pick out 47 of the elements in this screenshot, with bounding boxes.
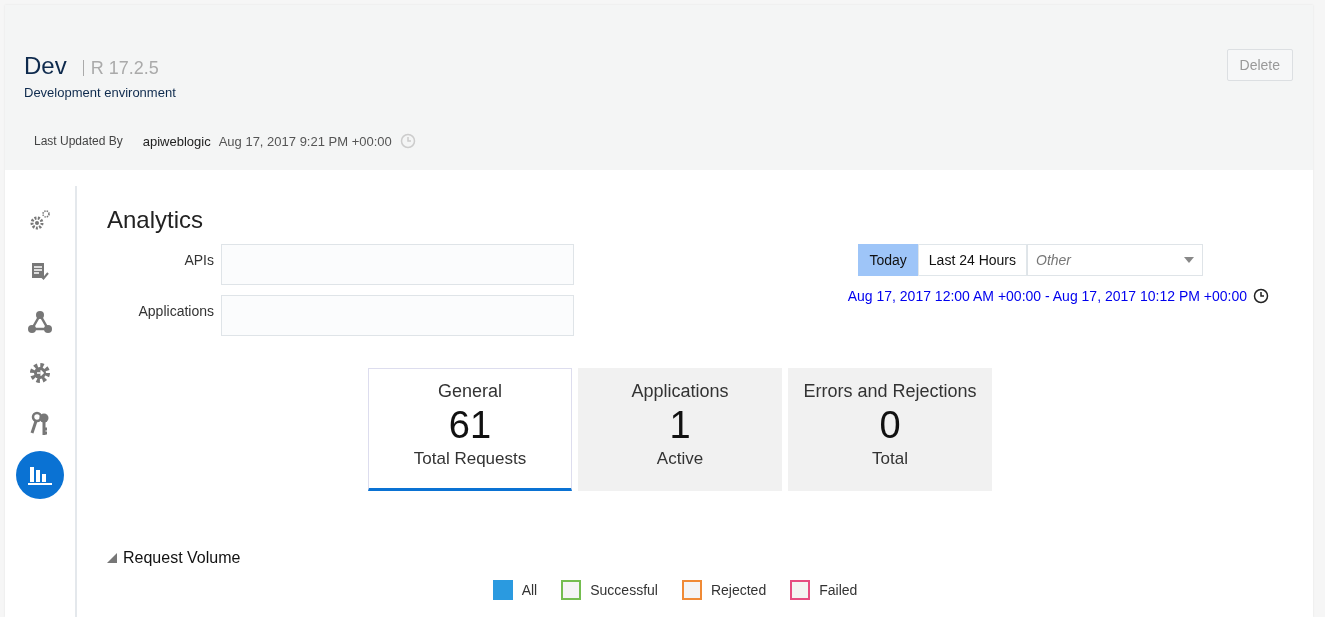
metric-title: General <box>437 381 502 402</box>
metric-tab[interactable]: Applications 1 Active <box>578 368 782 491</box>
time-range-button[interactable]: Today <box>858 244 918 276</box>
legend-swatch[interactable] <box>561 580 582 600</box>
metric-caption: Total Requests <box>413 449 527 469</box>
triangle-icon <box>107 553 117 563</box>
filter-label: APIs <box>183 251 214 268</box>
caret-icon <box>1184 257 1194 263</box>
metric-value: 61 <box>448 404 492 447</box>
metric-title: Applications <box>631 381 729 402</box>
legend-label: Successful <box>590 582 658 598</box>
metric-tab[interactable]: Errors and Rejections 0 Total <box>788 368 992 491</box>
bar-chart-icon <box>27 464 53 486</box>
legend-swatch[interactable] <box>681 580 702 600</box>
updated-time: Aug 17, 2017 9:21 PM +00:00 <box>218 133 392 149</box>
gear-icon <box>28 361 52 385</box>
metric-value: 1 <box>669 404 691 447</box>
metric-caption: Total <box>872 449 908 469</box>
metric-value: 0 <box>879 404 901 447</box>
metric-title: Errors and Rejections <box>803 381 977 402</box>
clock-icon <box>1253 288 1269 304</box>
date-range: Aug 17, 2017 12:00 AM +00:00 - Aug 17, 2017 10:12 PM +00:00 <box>847 288 1247 304</box>
page-title: Analytics <box>107 206 205 234</box>
filter-input[interactable] <box>221 295 574 336</box>
environment-description: Development environment <box>24 85 176 100</box>
section-toggle[interactable]: Request Volume <box>107 549 241 567</box>
checklist-icon <box>30 261 50 281</box>
legend-label: Rejected <box>710 582 767 598</box>
filter-input[interactable] <box>221 244 574 285</box>
legend-swatch[interactable] <box>492 580 513 600</box>
filter-label: Applications <box>137 302 214 319</box>
metric-caption: Active <box>656 449 704 469</box>
metric-tab[interactable]: General 61 Total Requests <box>368 368 572 491</box>
legend-label: Failed <box>819 582 858 598</box>
sidebar-item[interactable] <box>16 451 64 499</box>
gears-icon <box>29 209 51 231</box>
keys-icon <box>29 411 51 437</box>
time-range-button[interactable]: Last 24 Hours <box>917 244 1027 276</box>
time-range-select[interactable]: Other <box>1027 244 1203 276</box>
legend-swatch[interactable] <box>790 580 811 600</box>
updated-by: apiweblogic <box>142 133 211 149</box>
legend-label: All <box>521 582 538 598</box>
environment-title: Dev <box>24 52 67 80</box>
updated-label: Last Updated By <box>34 134 123 148</box>
release-version: R 17.2.5 <box>82 60 159 76</box>
network-icon <box>27 310 53 334</box>
clock-icon <box>399 133 416 149</box>
